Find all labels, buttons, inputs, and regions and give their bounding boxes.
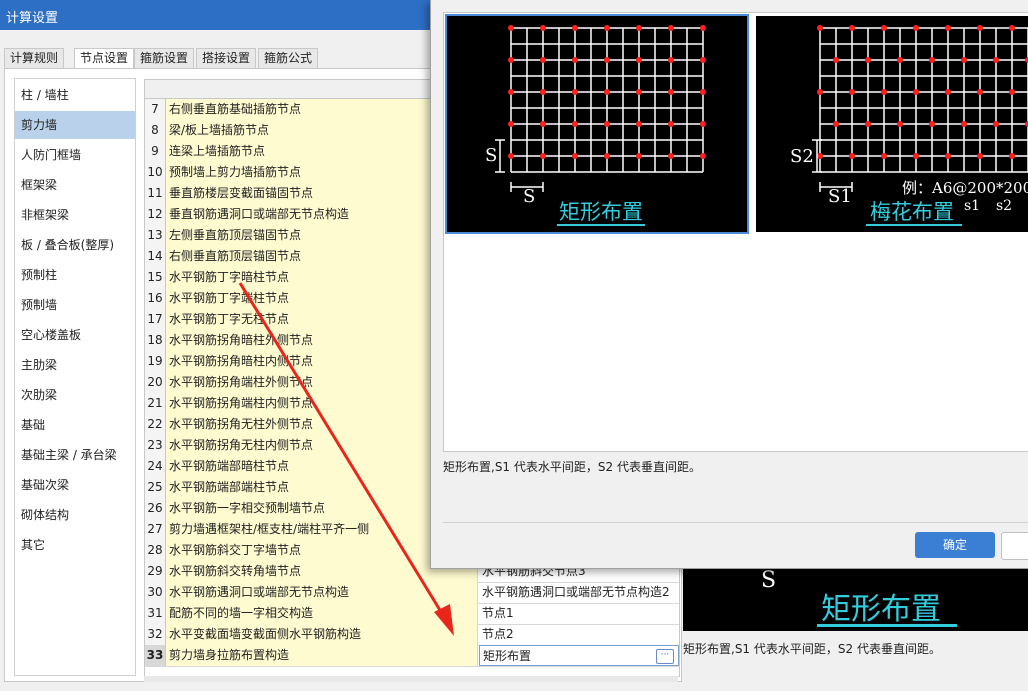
annotation-arrow-overlay bbox=[238, 282, 454, 636]
annotation-arrow-line bbox=[238, 282, 448, 621]
annotation-arrow-head bbox=[434, 604, 454, 636]
